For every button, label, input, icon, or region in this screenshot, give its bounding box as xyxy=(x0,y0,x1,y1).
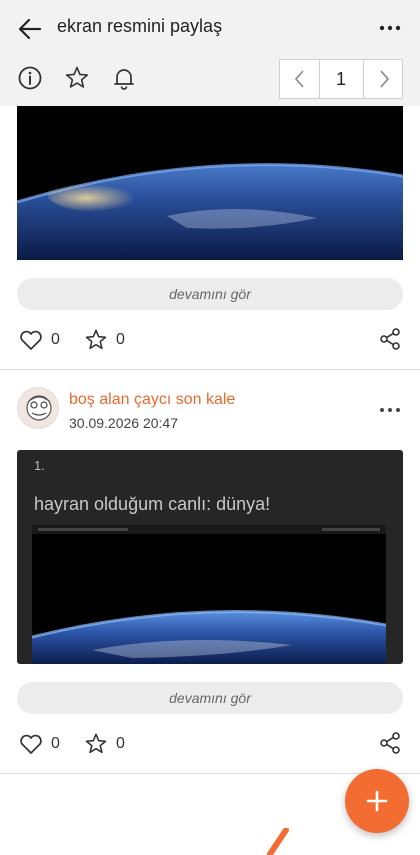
star-icon xyxy=(85,733,107,754)
post-divider xyxy=(0,369,420,370)
post-image[interactable] xyxy=(17,106,403,260)
like-count: 0 xyxy=(51,735,60,752)
chevron-left-icon xyxy=(294,70,304,88)
screenshot-preview xyxy=(32,525,386,664)
post-image[interactable]: 1. hayran olduğum canlı: dünya! xyxy=(17,450,403,664)
favorite-count: 0 xyxy=(116,735,125,752)
post-divider xyxy=(0,773,420,774)
bell-icon[interactable] xyxy=(111,65,137,91)
image-number: 1. xyxy=(34,458,45,473)
avatar-image xyxy=(26,395,52,421)
like-action[interactable]: 0 xyxy=(19,327,60,353)
heart-icon xyxy=(20,330,42,350)
image-caption: hayran olduğum canlı: dünya! xyxy=(34,494,271,514)
page-navigator: 1 xyxy=(279,59,403,99)
share-icon[interactable] xyxy=(378,731,402,755)
more-options-icon[interactable] xyxy=(376,396,404,424)
share-icon[interactable] xyxy=(378,327,402,351)
favorite-action[interactable]: 0 xyxy=(84,731,125,757)
star-icon[interactable] xyxy=(64,65,90,91)
add-post-button[interactable] xyxy=(345,769,409,833)
earth-image xyxy=(17,106,403,260)
heart-icon xyxy=(20,734,42,754)
avatar[interactable] xyxy=(17,387,59,429)
favorite-action[interactable]: 0 xyxy=(84,327,125,353)
like-count: 0 xyxy=(51,331,60,348)
star-icon xyxy=(85,329,107,350)
page-number[interactable]: 1 xyxy=(320,60,362,98)
back-arrow-icon[interactable] xyxy=(16,15,44,43)
previous-page-button[interactable] xyxy=(280,60,320,98)
app-bar: ekran resmini paylaş 1 xyxy=(0,0,420,106)
chevron-right-icon xyxy=(379,70,389,88)
page-title: ekran resmini paylaş xyxy=(57,16,223,36)
author-name[interactable]: boş alan çaycı son kale xyxy=(69,391,235,409)
more-options-icon[interactable] xyxy=(376,14,404,42)
info-icon[interactable] xyxy=(17,65,43,91)
post-date: 30.09.2026 20:47 xyxy=(69,415,178,431)
see-more-button[interactable]: devamını gör xyxy=(17,278,403,310)
favorite-count: 0 xyxy=(116,331,125,348)
earth-image xyxy=(32,525,386,664)
next-post-preview xyxy=(267,828,289,855)
next-page-button[interactable] xyxy=(363,60,403,98)
plus-icon xyxy=(366,790,388,812)
see-more-button[interactable]: devamını gör xyxy=(17,682,403,714)
like-action[interactable]: 0 xyxy=(19,731,60,757)
